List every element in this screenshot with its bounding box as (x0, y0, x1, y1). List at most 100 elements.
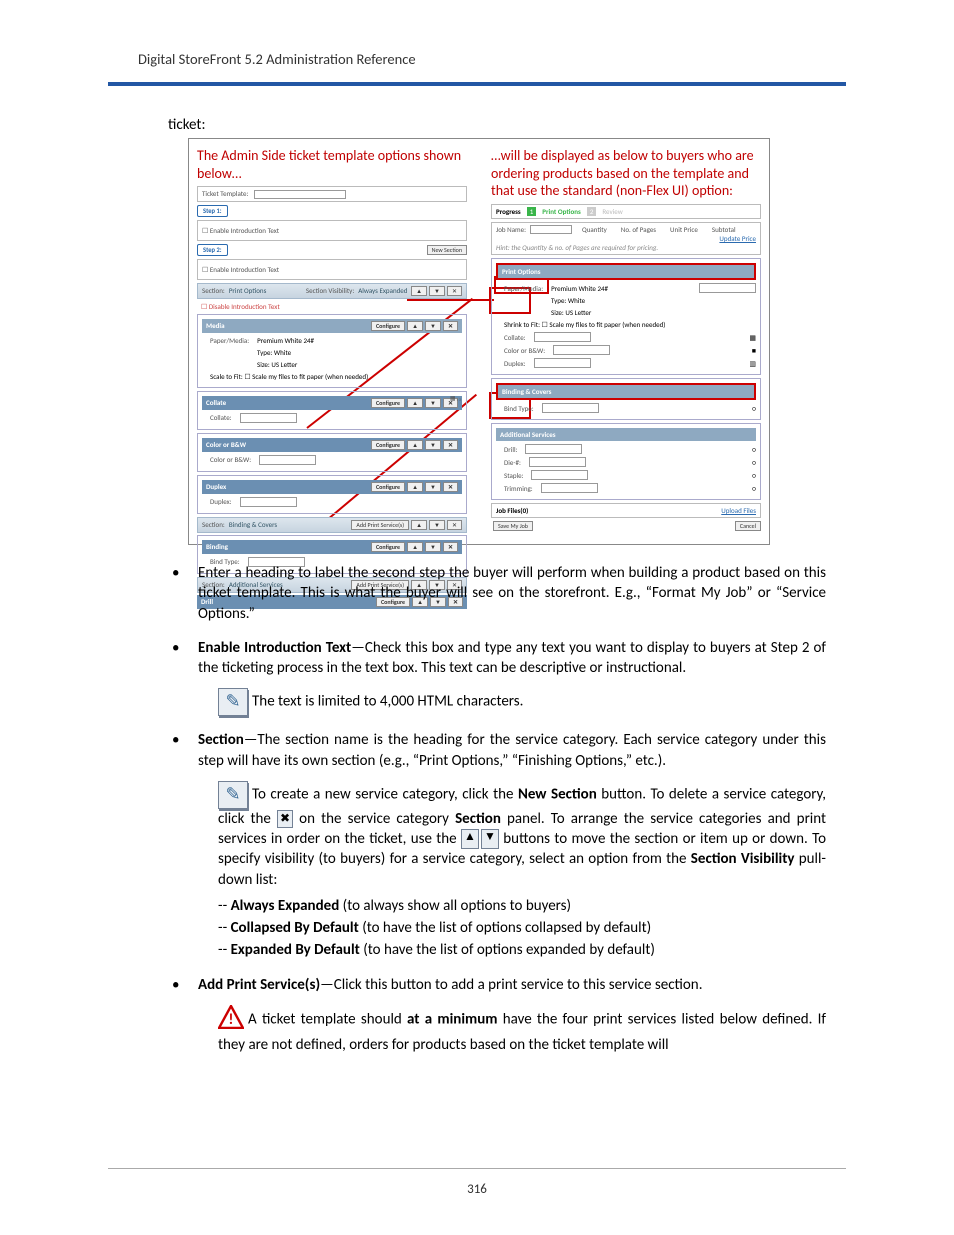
hdr-dup: Duplex (206, 482, 226, 492)
update-price[interactable]: Update Price (719, 234, 756, 243)
pm-label: Paper/Media: (210, 336, 249, 345)
di-l: Die-#: (504, 458, 521, 467)
bullet-heading: Enter a heading to label the second step… (168, 563, 826, 624)
disable-intro[interactable]: Disable Introduction Text (201, 302, 467, 311)
b3-lead: Section (198, 731, 244, 749)
di-v[interactable] (529, 457, 586, 467)
shrink-fit: Scale to Fit: ☐ Scale my files to fit pa… (210, 372, 368, 381)
svg-text:!: ! (229, 1011, 234, 1029)
jn-v[interactable] (530, 225, 572, 234)
d-v[interactable] (240, 497, 297, 507)
b3a: To create a new service category, click … (252, 785, 518, 803)
pm-type: Type: White (257, 348, 291, 357)
figure-admin-caption: The Admin Side ticket template options s… (197, 147, 467, 182)
page-number: 316 (0, 1182, 954, 1197)
tr-l: Trimming: (504, 484, 533, 493)
tt-field[interactable] (254, 190, 346, 199)
bd-v[interactable] (534, 358, 591, 368)
d2l: Collapsed By Default (231, 919, 359, 937)
secvis-val: Always Expanded (358, 286, 407, 295)
enable-intro-2[interactable]: Enable Introduction Text (202, 265, 462, 274)
cfg[interactable]: Configure (371, 482, 405, 492)
bcb-l: Color or B&W: (504, 346, 545, 355)
footer-rule (108, 1168, 846, 1169)
bd-l: Duplex: (504, 359, 526, 368)
st-l: Subtotal (712, 225, 736, 235)
b4nb: at a minimum (407, 1011, 497, 1029)
up-l: Unit Price (670, 225, 698, 235)
q-l: Quantity (582, 225, 607, 235)
bpm-s: Size: US Letter (551, 308, 591, 317)
d1r: (to always show all options to buyers) (339, 897, 571, 915)
sp-l: Staple: (504, 471, 523, 480)
cancel-btn[interactable]: Cancel (735, 521, 761, 531)
b3-rest: —The section name is the heading for the… (198, 731, 826, 769)
p-l: No. of Pages (621, 225, 656, 235)
section-val: Print Options (229, 286, 267, 295)
bsf: Shrink to Fit: ☐ Scale my files to fit p… (504, 320, 665, 329)
cb-v[interactable] (259, 455, 316, 465)
bpm-t: Type: White (551, 296, 585, 305)
d3l: Expanded By Default (231, 941, 360, 959)
configure-btn[interactable]: Configure (371, 321, 405, 331)
d1l: Always Expanded (231, 897, 340, 915)
bpm-v: Premium White 24# (551, 284, 608, 293)
step-next: Review (602, 207, 622, 216)
figure-buyer-col: …will be displayed as below to buyers wh… (491, 147, 761, 536)
b3-sec: Section (455, 810, 501, 828)
b2-note: The text is limited to 4,000 HTML charac… (252, 693, 523, 711)
bullet-section: Section—The section name is the heading … (168, 730, 826, 960)
add-print-btn[interactable]: Add Print Service(s) (351, 520, 409, 530)
step-name: Print Options (542, 207, 581, 216)
hdr-po: Print Options (502, 267, 541, 276)
s2-l: Section: (202, 520, 225, 529)
close-icon: ✖ (277, 810, 293, 828)
bcb-v[interactable] (553, 345, 610, 355)
c-l: Collate: (210, 413, 232, 422)
dr-v[interactable] (525, 444, 582, 454)
c-v[interactable] (240, 413, 297, 423)
b1-text: Enter a heading to label the second step… (198, 564, 826, 623)
tr-v[interactable] (541, 483, 598, 493)
bpm-dd[interactable] (699, 283, 756, 293)
jn-l: Job Name: (496, 225, 526, 234)
upload-btn[interactable]: Upload Files (721, 506, 756, 515)
sp-v[interactable] (531, 470, 588, 480)
hdr-cbw: Color or B&W (206, 440, 246, 450)
figure-buyer-caption: …will be displayed as below to buyers wh… (491, 147, 761, 200)
running-head: Digital StoreFront 5.2 Administration Re… (138, 50, 846, 82)
enable-intro-1[interactable]: Enable Introduction Text (202, 226, 462, 235)
bpm-l: Paper/Media: (504, 284, 543, 293)
b2-lead: Enable Introduction Text (198, 639, 351, 657)
hdr-bb: Binding & Covers (502, 387, 551, 396)
b4-rest: —Click this button to add a print servic… (320, 976, 702, 994)
instruction-list: Enter a heading to label the second step… (168, 563, 826, 1055)
hdr-bind: Binding (206, 542, 228, 552)
prog-lbl: Progress (496, 207, 521, 216)
new-section-btn[interactable]: New Section (427, 245, 467, 255)
save-btn[interactable]: Save My Job (493, 521, 533, 531)
updown-icon: ▲▼ (461, 829, 499, 849)
step1-chip: Step 1: (197, 205, 228, 217)
note-icon: ✎ (218, 781, 248, 809)
b3c: on the service category (293, 810, 455, 828)
cfg[interactable]: Configure (371, 542, 405, 552)
bc-l: Collate: (504, 333, 526, 342)
cfg[interactable]: Configure (371, 440, 405, 450)
note-icon: ✎ (218, 688, 248, 716)
pm-val: Premium White 24# (257, 336, 314, 345)
b3-ns: New Section (518, 785, 597, 803)
d3r: (to have the list of options expanded by… (360, 941, 655, 959)
cfg[interactable]: Configure (371, 398, 405, 408)
s2-v: Binding & Covers (229, 520, 277, 529)
bb-v[interactable] (542, 403, 599, 413)
bc-v[interactable] (534, 332, 591, 342)
hdr-media: Media (206, 321, 225, 331)
b4-lead: Add Print Service(s) (198, 976, 320, 994)
step-no: 1 (527, 207, 537, 216)
hdr-collate: Collate (206, 398, 226, 408)
dr-l: Drill: (504, 445, 517, 454)
ticket-admin-buyer-figure: The Admin Side ticket template options s… (188, 138, 770, 545)
d-l: Duplex: (210, 497, 232, 506)
b4na: A ticket template should (248, 1011, 407, 1029)
